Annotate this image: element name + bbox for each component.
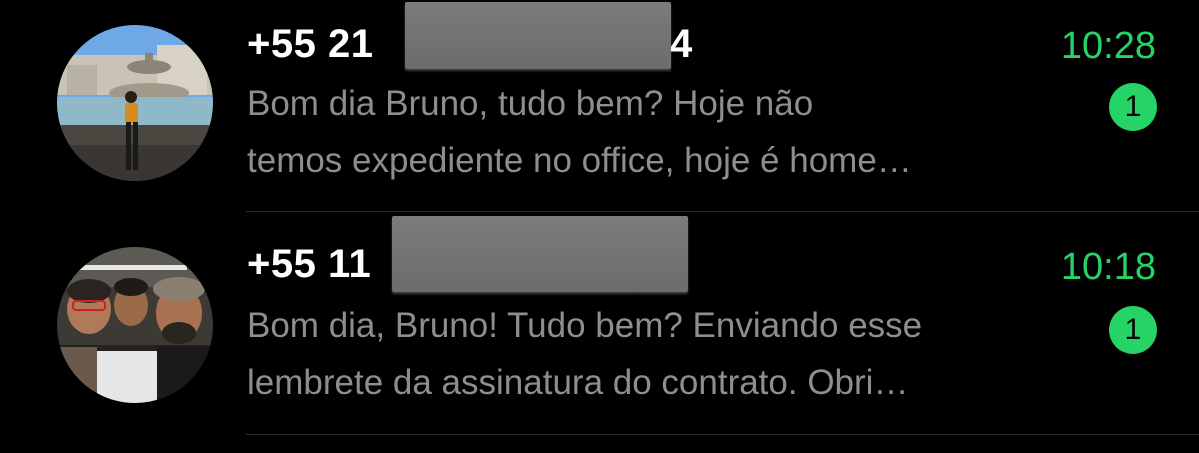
contact-avatar[interactable]: [57, 25, 213, 181]
avatar-photo-fountain: [57, 25, 213, 181]
message-preview: Bom dia, Bruno! Tudo bem? Enviando esse …: [247, 297, 1067, 411]
redaction-box: [392, 216, 688, 292]
unread-count-badge: 1: [1109, 306, 1157, 354]
contact-name: +55 21 4: [247, 22, 692, 67]
message-preview-line: Bom dia, Bruno! Tudo bem? Enviando esse: [247, 306, 923, 345]
redaction-box: [405, 2, 671, 69]
message-preview: Bom dia Bruno, tudo bem? Hoje não temos …: [247, 75, 1067, 189]
message-preview-line: lembrete da assinatura do contrato. Obri…: [247, 363, 909, 402]
chat-list-item[interactable]: +55 21 4 10:28 Bom dia Bruno, tudo bem? …: [0, 0, 1199, 212]
message-preview-line: temos expediente no office, hoje é home…: [247, 141, 912, 180]
contact-name-prefix: +55 11: [247, 242, 372, 286]
contact-name: +55 11: [247, 242, 371, 287]
contact-name-suffix: 4: [670, 22, 693, 66]
contact-avatar[interactable]: [57, 247, 213, 403]
unread-count-badge: 1: [1109, 83, 1157, 131]
message-time: 10:18: [1060, 246, 1156, 288]
chat-list-item[interactable]: +55 11 10:18 Bom dia, Bruno! Tudo bem? E…: [0, 212, 1199, 424]
contact-name-prefix: +55 21: [247, 22, 374, 66]
message-preview-line: Bom dia Bruno, tudo bem? Hoje não: [247, 84, 814, 123]
message-time: 10:28: [1060, 25, 1156, 67]
divider: [246, 434, 1199, 435]
avatar-photo-group: [57, 247, 213, 403]
